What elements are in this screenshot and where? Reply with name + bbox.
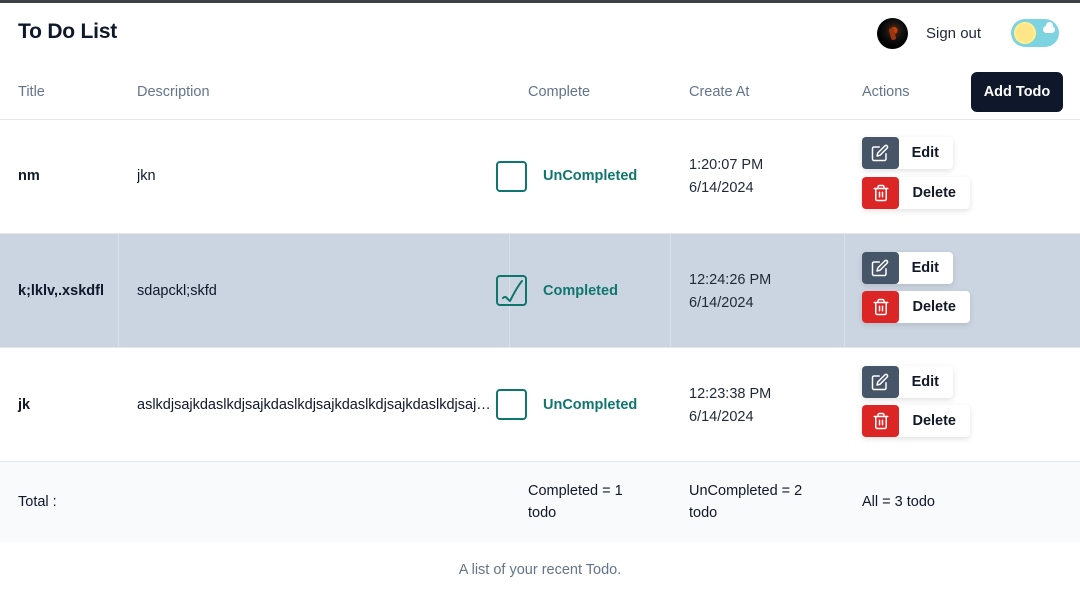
todo-title: nm [18,168,40,184]
todo-description: sdapckl;skfd [137,283,217,299]
all-count: All = 3 todo [862,494,935,510]
column-divider [118,234,119,347]
edit-label: Edit [911,145,939,161]
created-date: 6/14/2024 [689,294,754,311]
status-label: UnCompleted [543,168,638,184]
complete-checkbox-checked[interactable] [496,275,527,306]
edit-button[interactable]: Edit [862,366,953,398]
column-divider [844,234,845,347]
add-todo-button[interactable]: Add Todo [971,72,1063,112]
status-label: Completed [543,283,618,299]
completed-count: Completed = 1 todo [528,480,623,524]
edit-icon [862,137,899,169]
edit-label: Edit [911,260,939,276]
trash-icon [862,291,900,323]
delete-button[interactable]: Delete [862,405,970,437]
delete-button[interactable]: Delete [862,177,970,209]
uncompleted-count-line1: UnCompleted = 2 [689,483,803,499]
sign-out-button[interactable]: Sign out [926,25,981,42]
trash-icon [862,405,900,437]
todo-title: k;lklv,.xskdfl [18,283,104,299]
edit-label: Edit [911,374,939,390]
table-caption: A list of your recent Todo. [458,562,622,578]
created-at: 1:20:07 PM 6/14/2024 [689,154,763,199]
todo-description: aslkdjsajkdaslkdjsajkdaslkdjsajkdaslkdjs… [137,397,493,413]
page-title: To Do List [18,20,118,43]
todo-title: jk [18,397,31,413]
complete-checkbox[interactable] [496,161,527,192]
delete-label: Delete [912,185,956,201]
uncompleted-count: UnCompleted = 2 todo [689,480,802,524]
created-at: 12:23:38 PM 6/14/2024 [689,383,771,428]
uncompleted-count-line2: todo [689,505,718,521]
table-header: Title Description Complete Create At Act… [0,63,1080,120]
column-header-actions: Actions [862,84,910,100]
table-row: jk aslkdjsajkdaslkdjsajkdaslkdjsajkdaslk… [0,348,1080,462]
edit-button[interactable]: Edit [862,137,953,169]
theme-toggle[interactable] [1011,19,1059,47]
column-header-created: Create At [689,84,750,100]
edit-icon [862,366,899,398]
created-date: 6/14/2024 [689,408,754,425]
column-header-description: Description [137,84,210,100]
avatar[interactable] [877,18,908,49]
sun-icon [1014,22,1036,44]
completed-count-line1: Completed = 1 [528,483,623,499]
check-icon [502,280,523,302]
edit-button[interactable]: Edit [862,252,953,284]
delete-button[interactable]: Delete [862,291,970,323]
edit-icon [862,252,899,284]
delete-label: Delete [912,299,956,315]
created-date: 6/14/2024 [689,179,754,196]
cloud-icon [1043,22,1055,33]
delete-label: Delete [912,413,956,429]
column-header-title: Title [18,84,45,100]
complete-checkbox[interactable] [496,389,527,420]
status-label: UnCompleted [543,397,638,413]
column-header-complete: Complete [528,84,591,100]
completed-count-line2: todo [528,505,557,521]
created-at: 12:24:26 PM 6/14/2024 [689,269,771,314]
trash-icon [862,177,900,209]
total-label: Total : [18,494,57,510]
column-divider [670,234,671,347]
table-footer: Total : Completed = 1 todo UnCompleted =… [0,462,1080,542]
table-row-selected: k;lklv,.xskdfl sdapckl;skfd Completed 12… [0,234,1080,348]
created-time: 12:23:38 PM [689,386,772,402]
created-time: 1:20:07 PM [689,157,764,173]
app-header: To Do List Sign out [0,3,1080,63]
todo-description: jkn [137,168,156,184]
table-row: nm jkn UnCompleted 1:20:07 PM 6/14/2024 … [0,120,1080,234]
created-time: 12:24:26 PM [689,272,772,288]
